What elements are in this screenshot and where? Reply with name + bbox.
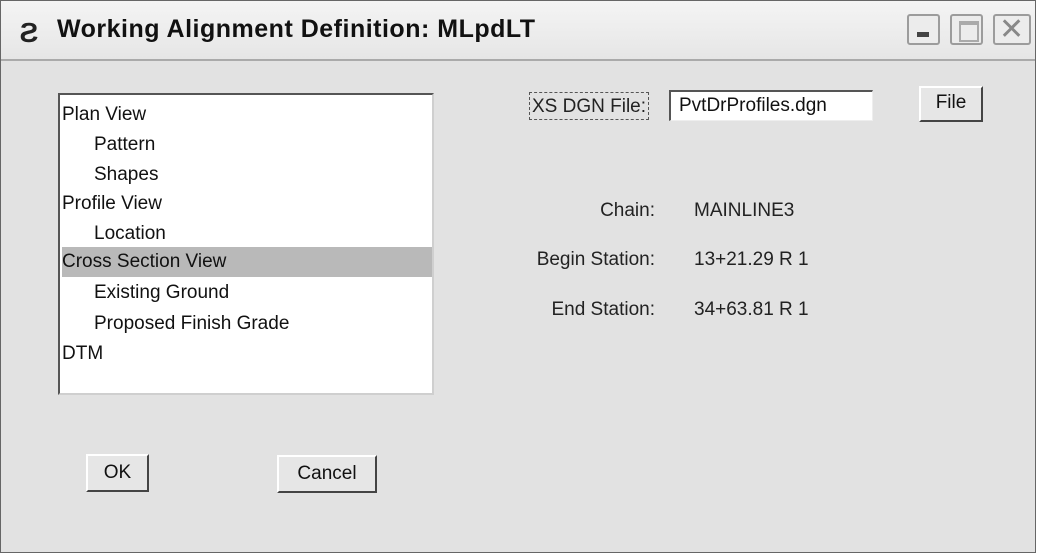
tree-item-shapes[interactable]: Shapes bbox=[62, 160, 432, 190]
cancel-button[interactable]: Cancel bbox=[277, 455, 377, 493]
end-station-label: End Station: bbox=[551, 299, 655, 320]
tree-item-pattern[interactable]: Pattern bbox=[62, 130, 432, 160]
minimize-button[interactable] bbox=[907, 14, 940, 45]
view-tree-list[interactable]: Plan View Pattern Shapes Profile View Lo… bbox=[58, 93, 434, 395]
end-station-value: 34+63.81 R 1 bbox=[694, 299, 809, 320]
chain-label: Chain: bbox=[600, 200, 655, 221]
begin-station-label: Begin Station: bbox=[536, 249, 655, 270]
microstation-icon: Ƨ bbox=[19, 17, 39, 48]
tree-item-plan-view[interactable]: Plan View bbox=[62, 100, 432, 130]
maximize-button[interactable] bbox=[950, 14, 983, 45]
minimize-icon bbox=[917, 32, 929, 37]
close-button[interactable]: ✕ bbox=[993, 14, 1031, 45]
tree-item-profile-view[interactable]: Profile View bbox=[62, 189, 432, 219]
close-icon: ✕ bbox=[999, 13, 1025, 46]
xs-dgn-file-label: XS DGN File: bbox=[529, 92, 650, 120]
tree-item-location[interactable]: Location bbox=[62, 219, 432, 249]
xs-dgn-file-input[interactable] bbox=[669, 90, 873, 121]
tree-item-existing-ground[interactable]: Existing Ground bbox=[62, 278, 432, 308]
begin-station-value: 13+21.29 R 1 bbox=[694, 249, 809, 270]
file-button[interactable]: File bbox=[919, 86, 983, 122]
tree-item-proposed-finish-grade[interactable]: Proposed Finish Grade bbox=[62, 309, 432, 339]
dialog-window: Ƨ Working Alignment Definition: MLpdLT ✕… bbox=[0, 0, 1036, 553]
maximize-icon bbox=[959, 21, 979, 42]
tree-item-cross-section-view[interactable]: Cross Section View bbox=[62, 247, 432, 277]
ok-button[interactable]: OK bbox=[86, 454, 149, 492]
window-title: Working Alignment Definition: MLpdLT bbox=[57, 15, 536, 43]
chain-value: MAINLINE3 bbox=[694, 200, 795, 221]
tree-item-dtm[interactable]: DTM bbox=[62, 339, 432, 369]
title-bar[interactable]: Ƨ Working Alignment Definition: MLpdLT ✕ bbox=[1, 1, 1035, 61]
